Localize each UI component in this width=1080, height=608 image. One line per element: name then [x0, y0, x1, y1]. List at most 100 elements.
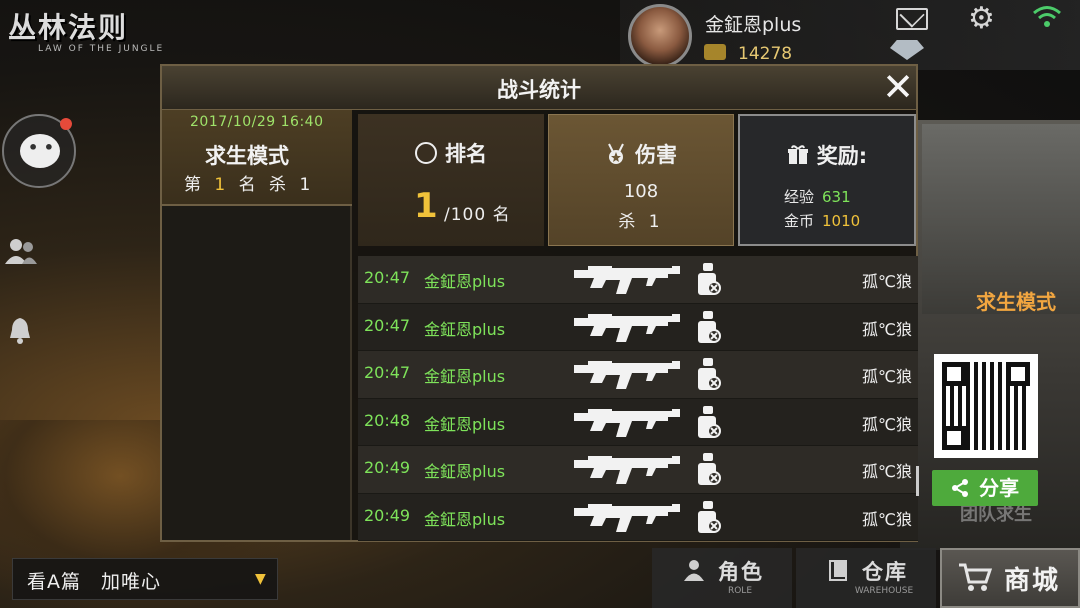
killer-name: 金鉦恩plus	[424, 509, 506, 529]
player-name: 金鉦恩plus	[705, 14, 802, 36]
coin-count: 14278	[738, 44, 793, 64]
knockdown-icon	[694, 357, 724, 393]
battle-stats-dialog: 战斗统计 ✕ 2017/10/29 16:40 求生模式 第 1 名 杀 1 排…	[160, 64, 919, 542]
rank-value: 1	[414, 186, 438, 226]
game-logo: 丛林法则 LAW OF THE JUNGLE	[8, 6, 198, 58]
rank-suffix: /100 名	[444, 205, 511, 225]
bell-icon[interactable]	[8, 316, 32, 350]
kill-number: 1	[299, 175, 315, 195]
match-mode: 求生模式	[205, 144, 289, 168]
qr-corner	[942, 362, 966, 386]
reward-header: 奖励:	[740, 140, 914, 170]
gift-icon	[787, 144, 809, 168]
rifle-icon	[572, 452, 686, 486]
rifle-icon	[572, 262, 686, 296]
knockdown-icon	[694, 452, 724, 488]
gold-label: 金币	[784, 212, 815, 230]
damage-kill-count: 1	[648, 212, 664, 232]
avatar[interactable]	[628, 4, 692, 68]
rank-label: 排名	[445, 142, 487, 166]
kill-row: 20:47 金鉦恩plus 孤℃狼	[358, 256, 918, 304]
knockdown-icon	[694, 310, 724, 346]
role-icon	[682, 558, 706, 588]
match-card[interactable]: 2017/10/29 16:40 求生模式 第 1 名 杀 1	[162, 110, 352, 206]
role-button[interactable]: 角色 ROLE	[652, 548, 792, 608]
rifle-icon	[572, 357, 686, 391]
kill-time: 20:47	[364, 315, 411, 335]
friends-icon[interactable]	[4, 236, 38, 273]
kill-row: 20:47 金鉦恩plus 孤℃狼	[358, 303, 918, 351]
kill-time: 20:48	[364, 410, 411, 430]
shop-button[interactable]: 商城	[940, 548, 1080, 608]
kill-time: 20:49	[364, 505, 411, 525]
share-label: 分享	[979, 476, 1020, 500]
share-button[interactable]: 分享	[932, 470, 1038, 506]
rank-icon	[415, 142, 437, 164]
shop-label: 商城	[1004, 566, 1061, 596]
reward-exp: 经验 631	[784, 186, 851, 207]
rifle-icon	[572, 310, 686, 344]
exp-value: 631	[822, 188, 851, 206]
damage-header: 伤害	[549, 139, 733, 169]
chat-channel-text: 看A篇 加唯心	[27, 571, 161, 593]
cart-icon	[958, 562, 993, 599]
warehouse-button[interactable]: 仓库 WAREHOUSE	[796, 548, 936, 608]
victim-name: 孤℃狼	[862, 367, 912, 386]
gear-icon[interactable]: ⚙	[968, 4, 995, 34]
coin-icon	[704, 44, 726, 60]
gold-value: 1010	[822, 212, 861, 230]
logo-subtitle: LAW OF THE JUNGLE	[38, 44, 165, 54]
scrollbar[interactable]	[916, 466, 919, 496]
damage-kill-prefix: 杀	[618, 212, 640, 232]
kill-time: 20:47	[364, 363, 411, 382]
wifi-icon	[1032, 4, 1062, 37]
match-history-panel: 2017/10/29 16:40 求生模式 第 1 名 杀 1	[162, 110, 352, 540]
qr-code	[934, 354, 1038, 458]
chat-channel-select[interactable]: 看A篇 加唯心 ▼	[12, 558, 278, 600]
close-button[interactable]: ✕	[878, 68, 918, 108]
victim-name: 孤℃狼	[862, 319, 912, 339]
kill-list[interactable]: 20:47 金鉦恩plus 孤℃狼 20:47 金鉦恩plus 孤℃狼 20:47 金鉦恩pl…	[358, 256, 918, 542]
killer-name: 金鉦恩plus	[424, 414, 506, 434]
victim-name: 孤℃狼	[862, 414, 912, 434]
logo-title: 丛林法则	[8, 11, 129, 44]
kill-row: 20:48 金鉦恩plus 孤℃狼	[358, 398, 918, 446]
mail-icon[interactable]	[896, 8, 928, 30]
share-icon	[951, 479, 975, 500]
rifle-icon	[572, 500, 686, 534]
rank-mid: 名 杀	[238, 175, 291, 195]
victim-name: 孤℃狼	[862, 509, 912, 529]
mode-banner-label: 求生模式	[976, 290, 1056, 314]
dialog-header: 战斗统计 ✕	[162, 66, 916, 110]
rank-stat-box: 排名 1 /100 名	[358, 114, 544, 246]
killer-name: 金鉦恩plus	[424, 462, 506, 481]
victim-name: 孤℃狼	[862, 462, 912, 481]
role-sublabel: ROLE	[727, 586, 753, 596]
role-label: 角色	[718, 560, 764, 584]
qr-corner	[942, 426, 966, 450]
exp-label: 经验	[784, 188, 815, 206]
rank-number: 1	[214, 175, 230, 195]
killer-name: 金鉦恩plus	[424, 319, 506, 339]
kill-row: 20:49 金鉦恩plus 孤℃狼	[358, 493, 918, 541]
match-rank-summary: 第 1 名 杀 1	[184, 170, 314, 195]
rank-header: 排名	[358, 138, 544, 168]
warehouse-label: 仓库	[862, 560, 908, 584]
kill-row: 20:49 金鉦恩plus 孤℃狼	[358, 446, 918, 494]
medal-icon	[605, 143, 627, 167]
damage-value: 108	[623, 181, 659, 202]
match-datetime: 2017/10/29 16:40	[190, 114, 324, 130]
damage-label: 伤害	[635, 143, 677, 167]
kill-time: 20:47	[364, 268, 411, 287]
killer-name: 金鉦恩plus	[424, 367, 506, 386]
kill-row: 20:47 金鉦恩plus 孤℃狼	[358, 351, 918, 399]
killer-name: 金鉦恩plus	[424, 272, 506, 291]
knockdown-icon	[694, 500, 724, 536]
qr-corner	[1006, 362, 1030, 386]
knockdown-icon	[694, 262, 724, 298]
dialog-title: 战斗统计	[497, 78, 581, 102]
damage-kills: 杀 1	[549, 207, 733, 232]
kill-time: 20:49	[364, 458, 411, 477]
damage-stat-box: 伤害 108 杀 1	[548, 114, 734, 246]
warehouse-icon	[826, 558, 850, 588]
